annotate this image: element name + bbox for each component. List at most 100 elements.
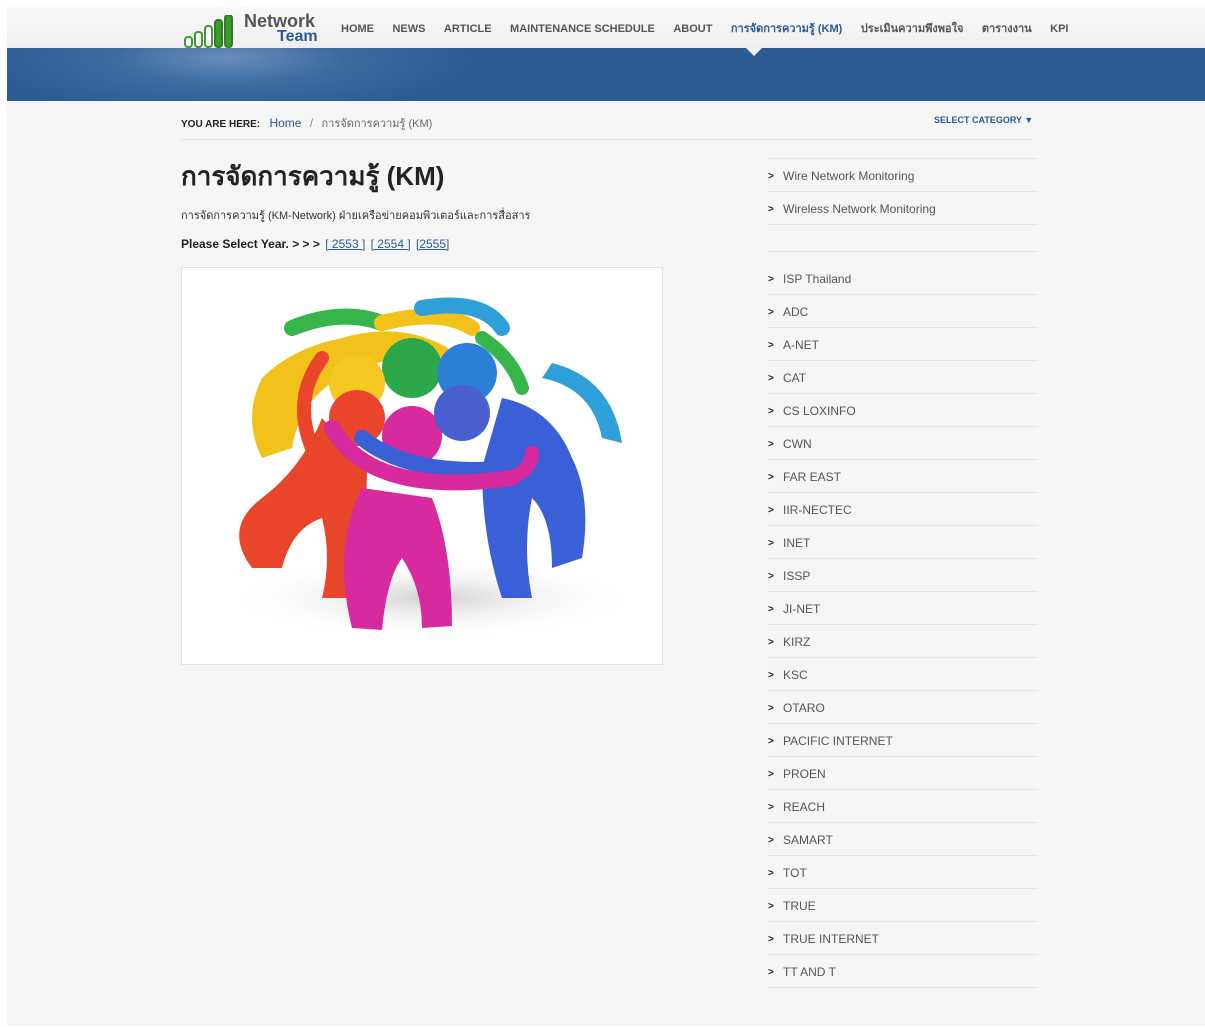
nav-news[interactable]: NEWS — [392, 23, 425, 35]
sidebar-item[interactable]: > JI-NET — [768, 592, 1038, 625]
nav-km[interactable]: การจัดการความรู้ (KM) — [731, 19, 842, 37]
chevron-right-icon: > — [768, 571, 774, 582]
sidebar-item-label: TOT — [783, 866, 807, 880]
sidebar-item[interactable]: > CAT — [768, 361, 1038, 394]
site-logo[interactable]: Network Team — [183, 9, 333, 48]
logo-text-team: Team — [277, 28, 318, 45]
nav-maintenance-schedule[interactable]: MAINTENANCE SCHEDULE — [510, 23, 655, 35]
sidebar-item[interactable]: > TT AND T — [768, 955, 1038, 988]
chevron-right-icon: > — [768, 901, 774, 912]
year-prompt: Please Select Year. > > > — [181, 237, 320, 251]
sidebar-item[interactable]: > SAMART — [768, 823, 1038, 856]
chevron-right-icon: > — [768, 736, 774, 747]
chevron-right-icon: > — [768, 472, 774, 483]
isp-list: > ISP Thailand > ADC > A-NET > CAT > CS LOXINFO > C… — [768, 262, 1038, 988]
sidebar-item[interactable]: > CS LOXINFO — [768, 394, 1038, 427]
chevron-right-icon: > — [768, 406, 774, 417]
breadcrumb: YOU ARE HERE: Home / การจัดการความรู้ (K… — [181, 114, 432, 132]
sidebar-item-label: ISSP — [783, 569, 811, 583]
sidebar-item-label: CAT — [783, 371, 807, 385]
breadcrumb-home-link[interactable]: Home — [269, 116, 301, 130]
team-huddle-illustration — [232, 297, 632, 638]
sidebar-item[interactable]: > PROEN — [768, 757, 1038, 790]
breadcrumb-separator: / — [309, 116, 314, 130]
nav-kpi[interactable]: KPI — [1050, 23, 1068, 35]
nav-home[interactable]: HOME — [341, 23, 374, 35]
nav-about[interactable]: ABOUT — [673, 23, 712, 35]
chevron-right-icon: > — [768, 934, 774, 945]
select-category-dropdown[interactable]: SELECT CATEGORY ▼ — [934, 115, 1033, 125]
sidebar-item-label: REACH — [783, 800, 826, 814]
chevron-right-icon: > — [768, 604, 774, 615]
nav-schedule[interactable]: ตารางงาน — [982, 19, 1032, 37]
sidebar-item-label: ISP Thailand — [783, 272, 852, 286]
sidebar-item-label: INET — [783, 536, 811, 550]
chevron-right-icon: > — [768, 307, 774, 318]
sidebar-item[interactable]: > TRUE — [768, 889, 1038, 922]
chevron-right-icon: > — [768, 274, 774, 285]
sidebar-item[interactable]: > OTARO — [768, 691, 1038, 724]
chevron-right-icon: > — [768, 967, 774, 978]
sidebar-item[interactable]: > TOT — [768, 856, 1038, 889]
sidebar-item[interactable]: > INET — [768, 526, 1038, 559]
sidebar-item[interactable]: > CWN — [768, 427, 1038, 460]
chevron-right-icon: > — [768, 538, 774, 549]
header-banner — [7, 48, 1205, 101]
sidebar-item-label: Wireless Network Monitoring — [783, 202, 936, 216]
page-frame: Network Team HOME NEWS ARTICLE MAINTENAN… — [7, 6, 1205, 1026]
sidebar-item-label: A-NET — [783, 338, 819, 352]
sidebar-item[interactable]: > TRUE INTERNET — [768, 922, 1038, 955]
sidebar-item-label: OTARO — [783, 701, 825, 715]
sidebar-item[interactable]: > Wire Network Monitoring — [768, 159, 1038, 192]
sidebar-item-label: PROEN — [783, 767, 826, 781]
chevron-right-icon: > — [768, 670, 774, 681]
sidebar-item-label: ADC — [783, 305, 809, 319]
sidebar-item[interactable]: > REACH — [768, 790, 1038, 823]
sidebar-item[interactable]: > A-NET — [768, 328, 1038, 361]
year-selector: Please Select Year. > > > [ 2553 ] [ 255… — [181, 237, 449, 251]
nav-article[interactable]: ARTICLE — [444, 23, 492, 35]
nav-satisfaction[interactable]: ประเมินความพึงพอใจ — [861, 19, 964, 37]
sidebar-item-label: IIR-NECTEC — [783, 503, 852, 517]
chevron-right-icon: > — [768, 703, 774, 714]
sidebar-item-label: SAMART — [783, 833, 833, 847]
divider — [181, 139, 1032, 140]
sidebar-item-label: TRUE INTERNET — [783, 932, 879, 946]
sidebar-item-label: JI-NET — [783, 602, 821, 616]
sidebar-item[interactable]: > IIR-NECTEC — [768, 493, 1038, 526]
page-title: การจัดการความรู้ (KM) — [181, 161, 445, 191]
sidebar-item-label: CWN — [783, 437, 812, 451]
year-link-2554[interactable]: [ 2554 ] — [371, 237, 411, 251]
sidebar-category-list: > Wire Network Monitoring > Wireless Netwo… — [768, 158, 1038, 988]
sidebar-item-label: TT AND T — [783, 965, 836, 979]
sidebar-item-label: FAR EAST — [783, 470, 842, 484]
sidebar-item[interactable]: > Wireless Network Monitoring — [768, 192, 1038, 225]
sidebar-item-label: TRUE — [783, 899, 816, 913]
active-nav-indicator — [746, 48, 762, 56]
sidebar-item[interactable]: > KSC — [768, 658, 1038, 691]
chevron-right-icon: > — [768, 868, 774, 879]
sidebar-item[interactable]: > ISSP — [768, 559, 1038, 592]
sidebar-spacer — [768, 225, 1038, 252]
main-nav: HOME NEWS ARTICLE MAINTENANCE SCHEDULE A… — [341, 19, 1082, 37]
year-link-2555[interactable]: [2555] — [416, 237, 449, 251]
sidebar-item-label: KIRZ — [783, 635, 811, 649]
header-bar: Network Team HOME NEWS ARTICLE MAINTENAN… — [7, 6, 1205, 49]
sidebar-item-label: KSC — [783, 668, 808, 682]
chevron-right-icon: > — [768, 637, 774, 648]
km-team-image — [181, 267, 663, 665]
sidebar-item[interactable]: > PACIFIC INTERNET — [768, 724, 1038, 757]
chevron-right-icon: > — [768, 373, 774, 384]
sidebar-item[interactable]: > FAR EAST — [768, 460, 1038, 493]
year-link-2553[interactable]: [ 2553 ] — [325, 237, 365, 251]
sidebar-item[interactable]: > ADC — [768, 295, 1038, 328]
chevron-right-icon: > — [768, 204, 774, 215]
chevron-right-icon: > — [768, 340, 774, 351]
sidebar-item[interactable]: > ISP Thailand — [768, 262, 1038, 295]
page-description: การจัดการความรู้ (KM-Network) ฝ่ายเครือข… — [181, 210, 531, 222]
breadcrumb-label: YOU ARE HERE: — [181, 119, 261, 130]
chevron-right-icon: > — [768, 835, 774, 846]
sidebar-item[interactable]: > KIRZ — [768, 625, 1038, 658]
chevron-right-icon: > — [768, 505, 774, 516]
